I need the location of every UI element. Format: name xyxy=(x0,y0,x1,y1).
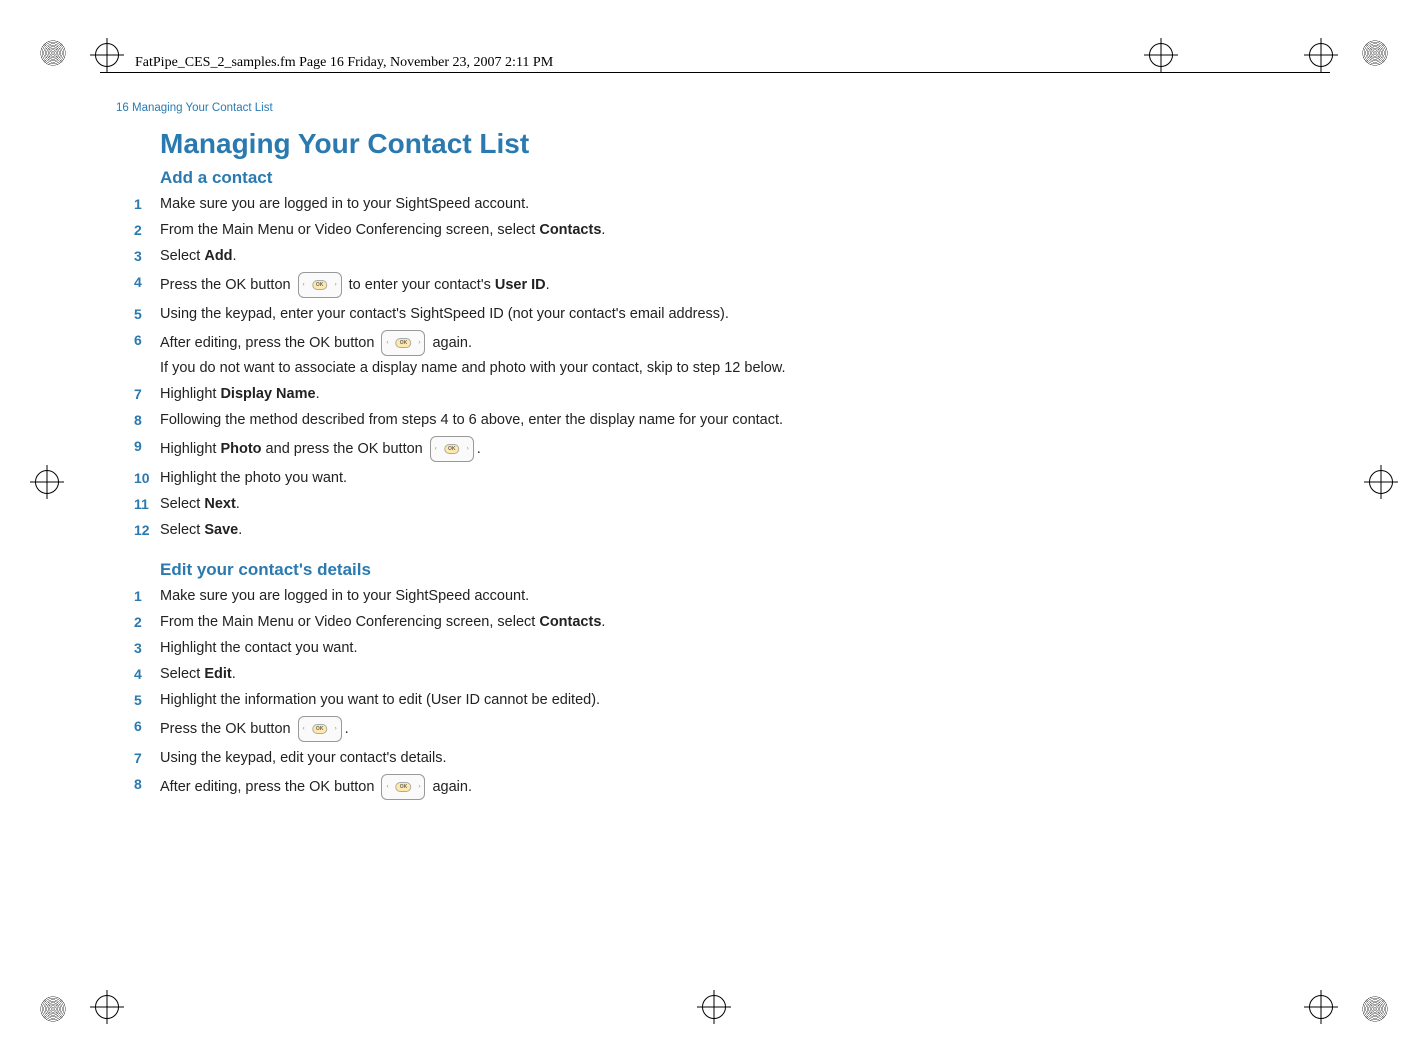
registration-mark xyxy=(1149,43,1173,67)
page-title: Managing Your Contact List xyxy=(160,128,1034,160)
step-text: Press the OK button xyxy=(160,721,295,737)
step: 3 Select Add. xyxy=(134,246,1034,266)
header-rule xyxy=(100,72,1330,73)
page: FatPipe_CES_2_samples.fm Page 16 Friday,… xyxy=(0,0,1428,1062)
ui-term: User ID xyxy=(495,277,546,293)
step-text: From the Main Menu or Video Conferencing… xyxy=(160,222,539,238)
step-number: 5 xyxy=(134,690,154,710)
step-number: 2 xyxy=(134,612,154,632)
ok-button-icon: ˄˅‹›OK xyxy=(298,716,342,742)
step-text: Highlight the contact you want. xyxy=(160,640,357,656)
step: 11 Select Next. xyxy=(134,494,1034,514)
step: 10 Highlight the photo you want. xyxy=(134,468,1034,488)
step-number: 10 xyxy=(134,468,154,488)
step-number: 1 xyxy=(134,586,154,606)
step: 7 Using the keypad, edit your contact's … xyxy=(134,748,1034,768)
ui-term: Edit xyxy=(204,666,231,682)
step: 6 Press the OK button ˄˅‹›OK. xyxy=(134,716,1034,742)
step: 9 Highlight Photo and press the OK butto… xyxy=(134,436,1034,462)
ok-button-icon: ˄˅‹›OK xyxy=(298,272,342,298)
step: 5 Using the keypad, enter your contact's… xyxy=(134,304,1034,324)
running-head: 16 Managing Your Contact List xyxy=(116,102,273,114)
step: 8 Following the method described from st… xyxy=(134,410,1034,430)
step: 5 Highlight the information you want to … xyxy=(134,690,1034,710)
ui-term: Display Name xyxy=(220,386,315,402)
step: 6 After editing, press the OK button ˄˅‹… xyxy=(134,330,1034,378)
step-text: Select xyxy=(160,248,204,264)
step-number: 3 xyxy=(134,246,154,266)
step: 1 Make sure you are logged in to your Si… xyxy=(134,194,1034,214)
step-number: 7 xyxy=(134,748,154,768)
step-text: Highlight xyxy=(160,441,220,457)
step: 2 From the Main Menu or Video Conferenci… xyxy=(134,220,1034,240)
ui-term: Contacts xyxy=(539,614,601,630)
step: 3 Highlight the contact you want. xyxy=(134,638,1034,658)
registration-mark xyxy=(35,470,59,494)
step: 1 Make sure you are logged in to your Si… xyxy=(134,586,1034,606)
step-number: 9 xyxy=(134,436,154,456)
steps-add-contact: 1 Make sure you are logged in to your Si… xyxy=(134,194,1034,540)
ok-button-icon: ˄˅‹›OK xyxy=(381,330,425,356)
step-number: 5 xyxy=(134,304,154,324)
registration-disc xyxy=(1362,996,1388,1022)
step-text: After editing, press the OK button xyxy=(160,335,378,351)
step: 8 After editing, press the OK button ˄˅‹… xyxy=(134,774,1034,800)
registration-disc xyxy=(40,40,66,66)
step-number: 6 xyxy=(134,330,154,350)
step: 2 From the Main Menu or Video Conferenci… xyxy=(134,612,1034,632)
steps-edit-contact: 1 Make sure you are logged in to your Si… xyxy=(134,586,1034,800)
step-text: Select xyxy=(160,666,204,682)
step-text: Using the keypad, enter your contact's S… xyxy=(160,306,729,322)
step-text: Highlight the information you want to ed… xyxy=(160,692,600,708)
step-text: Following the method described from step… xyxy=(160,412,783,428)
registration-disc xyxy=(1362,40,1388,66)
step: 7 Highlight Display Name. xyxy=(134,384,1034,404)
ui-term: Photo xyxy=(220,441,261,457)
step-number: 7 xyxy=(134,384,154,404)
step-text: Press the OK button xyxy=(160,277,295,293)
registration-mark xyxy=(95,995,119,1019)
step-number: 8 xyxy=(134,410,154,430)
step-text: Highlight xyxy=(160,386,220,402)
step-number: 12 xyxy=(134,520,154,540)
registration-mark xyxy=(1369,470,1393,494)
registration-mark xyxy=(95,43,119,67)
step-text: Make sure you are logged in to your Sigh… xyxy=(160,588,529,604)
step-number: 6 xyxy=(134,716,154,736)
ui-term: Save xyxy=(204,522,238,538)
step: 4 Select Edit. xyxy=(134,664,1034,684)
step: 12 Select Save. xyxy=(134,520,1034,540)
step-number: 4 xyxy=(134,664,154,684)
step-text: Make sure you are logged in to your Sigh… xyxy=(160,196,529,212)
step-text: Select xyxy=(160,522,204,538)
ui-term: Contacts xyxy=(539,222,601,238)
step-subtext: If you do not want to associate a displa… xyxy=(160,358,1034,378)
step-text: Using the keypad, edit your contact's de… xyxy=(160,750,446,766)
ok-button-icon: ˄˅‹›OK xyxy=(430,436,474,462)
step-text: Select xyxy=(160,496,204,512)
step-number: 8 xyxy=(134,774,154,794)
ui-term: Next xyxy=(204,496,235,512)
registration-disc xyxy=(40,996,66,1022)
ok-button-icon: ˄˅‹›OK xyxy=(381,774,425,800)
section-heading-edit: Edit your contact's details xyxy=(160,560,1034,580)
step-number: 2 xyxy=(134,220,154,240)
registration-mark xyxy=(1309,995,1333,1019)
step-number: 11 xyxy=(134,494,154,514)
step-text: Highlight the photo you want. xyxy=(160,470,347,486)
content-area: Managing Your Contact List Add a contact… xyxy=(134,128,1034,820)
registration-mark xyxy=(702,995,726,1019)
step-text: After editing, press the OK button xyxy=(160,779,378,795)
registration-mark xyxy=(1309,43,1333,67)
step-text: From the Main Menu or Video Conferencing… xyxy=(160,614,539,630)
section-heading-add: Add a contact xyxy=(160,168,1034,188)
framemaker-header: FatPipe_CES_2_samples.fm Page 16 Friday,… xyxy=(135,55,553,71)
step-number: 3 xyxy=(134,638,154,658)
step-number: 4 xyxy=(134,272,154,292)
step-number: 1 xyxy=(134,194,154,214)
step: 4 Press the OK button ˄˅‹›OK to enter yo… xyxy=(134,272,1034,298)
ui-term: Add xyxy=(204,248,232,264)
